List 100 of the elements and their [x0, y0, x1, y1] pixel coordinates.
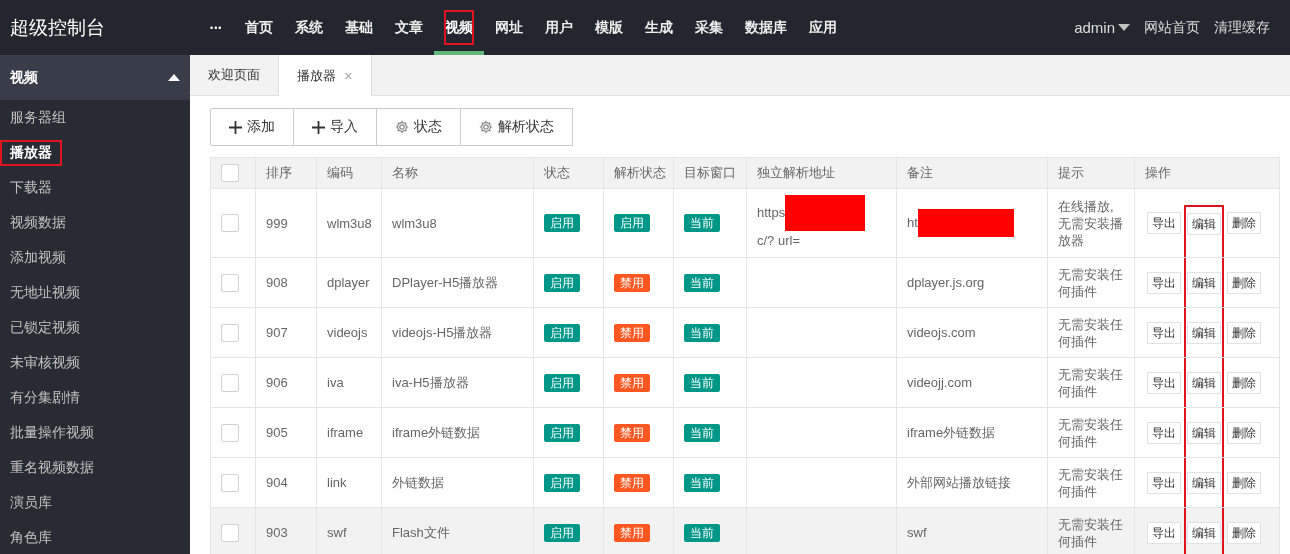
select-all-checkbox[interactable] — [221, 164, 239, 182]
status-badge: 启用 — [544, 523, 580, 542]
nav-tab[interactable]: 采集 — [684, 0, 735, 55]
toolbar-button[interactable]: 导入 — [293, 108, 377, 146]
export-button[interactable]: 导出 — [1147, 371, 1181, 394]
column-header: 目标窗口 — [684, 165, 736, 180]
table-cell: 无需安装任何插件 — [1058, 515, 1124, 550]
delete-button[interactable]: 删除 — [1227, 421, 1261, 444]
sidebar-item[interactable]: 视频数据 — [0, 209, 76, 236]
sidebar-item[interactable]: 未审核视频 — [0, 349, 90, 376]
table-cell: iva-H5播放器 — [392, 374, 469, 390]
export-button[interactable]: 导出 — [1147, 521, 1181, 544]
target-badge: 当前 — [684, 523, 720, 542]
status-badge: 禁用 — [614, 423, 650, 442]
toolbar-button[interactable]: 状态 — [376, 108, 461, 146]
delete-button[interactable]: 删除 — [1227, 321, 1261, 344]
nav-tab[interactable]: 应用 — [798, 0, 849, 55]
caret-icon — [168, 74, 180, 81]
export-button[interactable]: 导出 — [1147, 471, 1181, 494]
row-checkbox[interactable] — [221, 423, 239, 442]
table-cell-text: c/? url= — [757, 232, 800, 250]
table-cell: 904 — [266, 475, 288, 490]
edit-button[interactable]: 编辑 — [1187, 213, 1221, 235]
delete-button[interactable]: 删除 — [1227, 212, 1261, 234]
edit-button[interactable]: 编辑 — [1187, 471, 1221, 494]
header-link[interactable]: 网站首页 — [1144, 18, 1200, 37]
app-title: 超级控制台 — [9, 15, 106, 40]
edit-button[interactable]: 编辑 — [1187, 421, 1221, 444]
export-button[interactable]: 导出 — [1147, 321, 1181, 344]
sidebar-item[interactable]: 重名视频数据 — [0, 454, 104, 481]
column-header: 名称 — [392, 165, 418, 180]
table-cell: 外链数据 — [392, 474, 444, 490]
plus-icon — [229, 120, 242, 134]
toolbar-button[interactable]: 添加 — [210, 108, 294, 146]
table-cell-text: dplayer.js.org — [907, 273, 985, 292]
table-cell: 无需安装任何插件 — [1058, 315, 1124, 350]
table-cell: videojs-H5播放器 — [392, 324, 493, 340]
sidebar-item[interactable]: 添加视频 — [0, 244, 76, 271]
row-checkbox[interactable] — [221, 523, 239, 542]
row-checkbox[interactable] — [221, 273, 239, 292]
nav-tab[interactable]: 用户 — [534, 0, 585, 55]
row-checkbox[interactable] — [221, 323, 239, 342]
sidebar-item[interactable]: 批量操作视频 — [0, 419, 104, 446]
sidebar-group[interactable]: 视频 — [0, 55, 190, 100]
nav-tab[interactable]: 模版 — [584, 0, 635, 55]
sidebar-item[interactable]: 角色库 — [0, 524, 62, 551]
nav-tab[interactable]: 系统 — [284, 0, 335, 55]
row-checkbox[interactable] — [221, 473, 239, 492]
delete-button[interactable]: 删除 — [1227, 471, 1261, 494]
nav-tab[interactable]: 首页 — [234, 0, 285, 55]
table-cell: 无需安装任何插件 — [1058, 365, 1124, 400]
status-badge: 禁用 — [614, 523, 650, 542]
row-checkbox[interactable] — [221, 373, 239, 392]
header-link[interactable]: 清理缓存 — [1214, 18, 1270, 37]
sidebar-item[interactable]: 已锁定视频 — [0, 314, 90, 341]
export-button[interactable]: 导出 — [1147, 271, 1181, 294]
sidebar-item[interactable]: 演员库 — [0, 489, 62, 516]
sidebar-item[interactable]: 服务器组 — [0, 104, 76, 131]
nav-tab[interactable]: 网址 — [484, 0, 535, 55]
table-cell-text: videojs.com — [907, 323, 976, 342]
delete-button[interactable]: 删除 — [1227, 521, 1261, 544]
edit-button[interactable]: 编辑 — [1187, 271, 1221, 294]
target-badge: 当前 — [684, 214, 720, 232]
user-menu[interactable]: admin — [1074, 19, 1130, 36]
status-badge: 启用 — [544, 323, 580, 342]
gear-icon — [479, 120, 493, 134]
nav-tab[interactable]: 生成 — [634, 0, 685, 55]
delete-button[interactable]: 删除 — [1227, 371, 1261, 394]
more-menu[interactable]: ••• — [198, 0, 235, 55]
nav-tab[interactable]: 文章 — [384, 0, 435, 55]
sidebar-item[interactable]: 有分集剧情 — [0, 384, 90, 411]
export-button[interactable]: 导出 — [1147, 212, 1181, 234]
delete-button[interactable]: 删除 — [1227, 271, 1261, 294]
table-cell-text: swf — [907, 523, 927, 542]
status-badge: 禁用 — [614, 273, 650, 292]
edit-button[interactable]: 编辑 — [1187, 321, 1221, 344]
status-badge: 禁用 — [614, 323, 650, 342]
toolbar-button[interactable]: 解析状态 — [460, 108, 573, 146]
status-badge: 启用 — [544, 373, 580, 392]
column-header: 操作 — [1145, 165, 1171, 180]
row-checkbox[interactable] — [221, 214, 239, 232]
table-cell: 999 — [266, 215, 288, 231]
table-cell: 906 — [266, 375, 288, 390]
plus-icon — [312, 120, 325, 134]
export-button[interactable]: 导出 — [1147, 421, 1181, 444]
page-tab[interactable]: 播放器 × — [279, 55, 372, 96]
nav-tab[interactable]: 基础 — [334, 0, 385, 55]
sidebar-item[interactable]: 下载器 — [0, 174, 62, 201]
sidebar-item[interactable]: 无地址视频 — [0, 279, 90, 306]
table-cell: DPlayer-H5播放器 — [392, 274, 499, 290]
target-badge: 当前 — [684, 373, 720, 392]
edit-button[interactable]: 编辑 — [1187, 521, 1221, 544]
status-badge: 启用 — [614, 214, 650, 232]
table-cell: dplayer — [327, 275, 370, 290]
edit-button[interactable]: 编辑 — [1187, 371, 1221, 394]
table-cell: 无需安装任何插件 — [1058, 265, 1124, 300]
status-badge: 禁用 — [614, 473, 650, 492]
sidebar-item[interactable]: 播放器 — [0, 139, 62, 166]
table-cell-text: 外部网站播放链接 — [907, 473, 1011, 492]
nav-tab[interactable]: 数据库 — [734, 0, 799, 55]
